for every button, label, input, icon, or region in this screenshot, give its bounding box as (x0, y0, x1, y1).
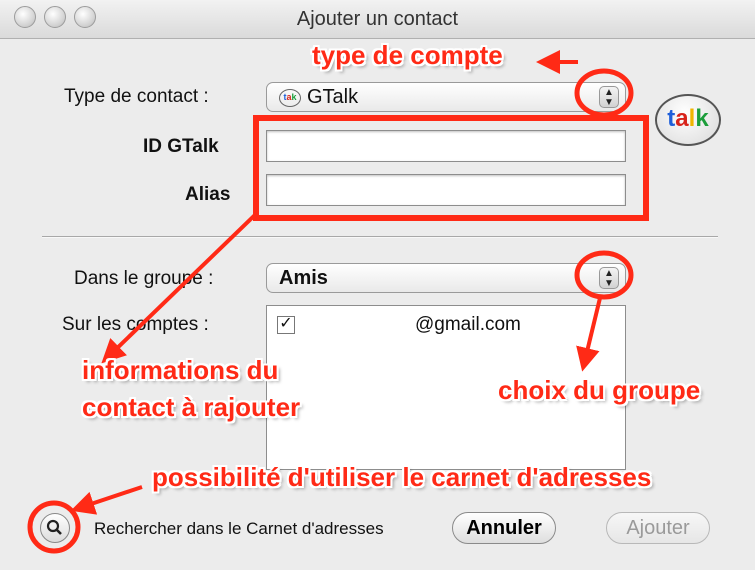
annotation-group-choice: choix du groupe (498, 375, 701, 405)
annotation-contact-info-1: informations du (82, 355, 279, 385)
annotation-box (253, 115, 649, 221)
annotation-arrow-info (101, 213, 257, 364)
annotation-circle-type (574, 68, 634, 118)
annotation-contact-info-2: contact à rajouter (82, 392, 301, 422)
annotation-address-book: possibilité d'utiliser le carnet d'adres… (152, 462, 652, 492)
annotation-arrow-group (576, 297, 602, 372)
annotation-arrow-search (70, 485, 143, 515)
annotation-circle-group (574, 250, 634, 300)
annotation-circle-search (27, 500, 81, 554)
annotation-account-type: type de compte (312, 40, 503, 70)
